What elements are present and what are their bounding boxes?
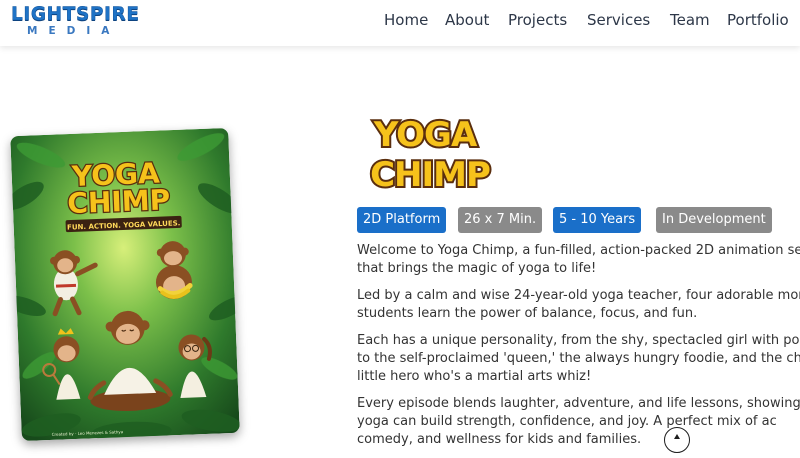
- nav-portfolio[interactable]: Portfolio: [727, 11, 789, 29]
- nav-services[interactable]: Services: [587, 11, 650, 29]
- tag-status: In Development: [656, 207, 772, 233]
- description-paragraph: Every episode blends laughter, adventure…: [357, 396, 800, 447]
- scroll-to-top-button[interactable]: [664, 427, 690, 453]
- description-paragraph: Welcome to Yoga Chimp, a fun-filled, act…: [357, 243, 800, 276]
- show-title-line1: YOGA: [373, 115, 478, 155]
- brand-name-bottom: MEDIA: [27, 25, 121, 37]
- tag-episodes: 26 x 7 Min.: [458, 207, 543, 233]
- show-poster: YOGA CHIMP FUN. ACTION. YOGA VALUES. Cre…: [10, 127, 240, 442]
- tag-age-range: 5 - 10 Years: [553, 207, 642, 233]
- description-paragraph: Each has a unique personality, from the …: [357, 333, 800, 384]
- tag-format: 2D Platform: [357, 207, 447, 233]
- show-title-line2: CHIMP: [370, 155, 490, 195]
- site-header: LIGHTSPIRE MEDIA Home About Projects Ser…: [0, 0, 800, 46]
- description-paragraph: Led by a calm and wise 24-year-old yoga …: [357, 288, 800, 321]
- show-description: Welcome to Yoga Chimp, a fun-filled, act…: [357, 242, 800, 458]
- nav-projects[interactable]: Projects: [508, 11, 567, 29]
- show-title-logo: YOGA CHIMP: [362, 112, 512, 196]
- brand-logo[interactable]: LIGHTSPIRE MEDIA: [11, 4, 139, 40]
- nav-team[interactable]: Team: [670, 11, 710, 29]
- nav-about[interactable]: About: [445, 11, 489, 29]
- poster-title-line2: CHIMP: [67, 183, 171, 220]
- nav-home[interactable]: Home: [384, 11, 428, 29]
- brand-name-top: LIGHTSPIRE: [11, 4, 140, 25]
